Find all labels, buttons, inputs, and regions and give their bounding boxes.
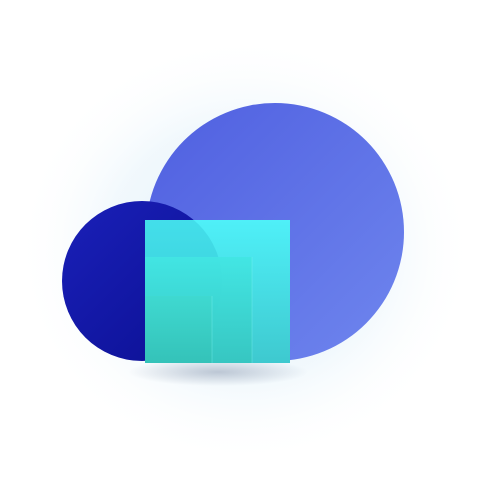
inner-square bbox=[145, 296, 212, 363]
cloud-stacked-squares-logo-icon bbox=[15, 35, 475, 465]
logo-canvas bbox=[0, 0, 480, 480]
